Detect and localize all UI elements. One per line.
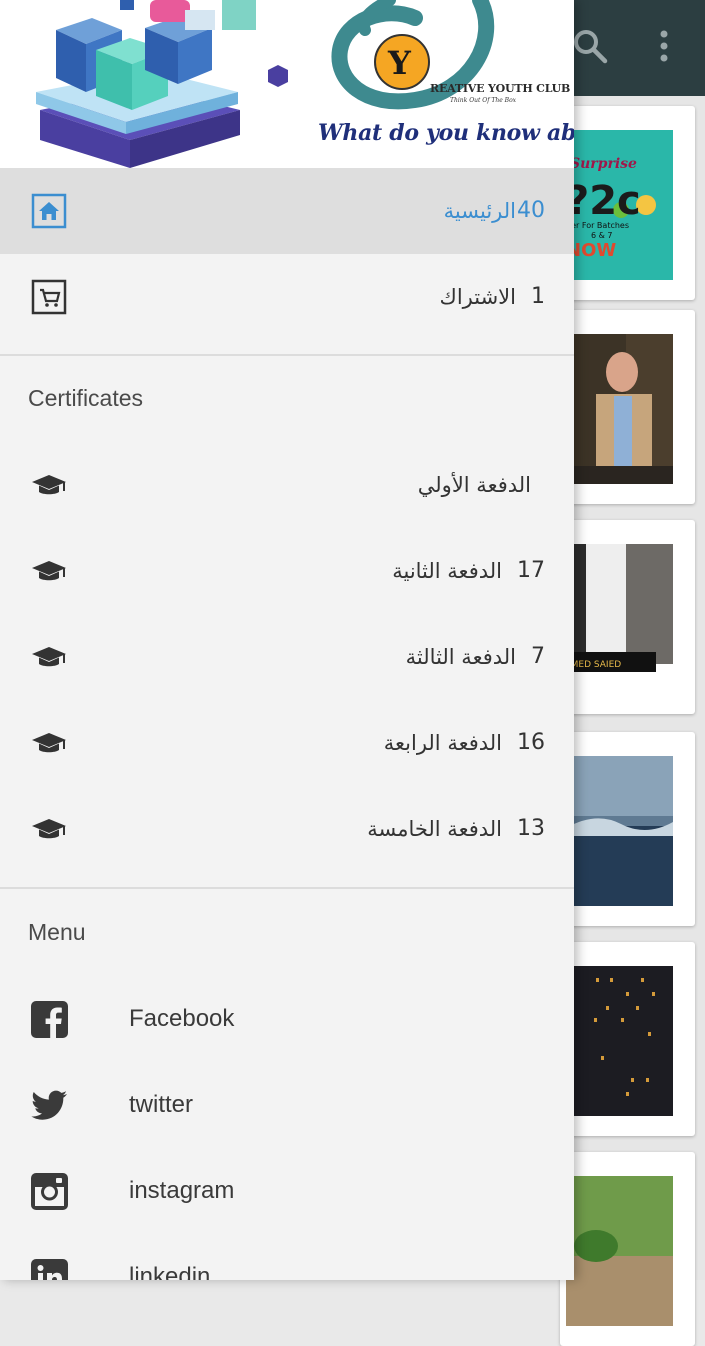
svg-text:?2c: ?2c <box>566 178 641 224</box>
menu-item-label: instagram <box>129 1177 235 1204</box>
certificate-label: الدفعة الخامسة <box>367 817 502 841</box>
svg-text:Surprise: Surprise <box>570 156 637 172</box>
menu-item-label: twitter <box>129 1091 194 1118</box>
certificate-batch-3[interactable]: الدفعة الثالثة 7 <box>0 614 574 700</box>
certificate-label: الدفعة الأولي <box>417 473 531 497</box>
certificate-batch-2[interactable]: الدفعة الثانية 17 <box>0 528 574 614</box>
post-thumbnail <box>566 966 673 1116</box>
post-thumbnail: Surprise ?2c ter For Batches 6 & 7 NOW <box>566 130 673 280</box>
graduation-cap-icon <box>32 647 66 667</box>
divider <box>0 354 574 356</box>
certificates-section-title: Certificates <box>28 385 144 411</box>
cart-icon <box>31 279 67 315</box>
menu-item-label: Facebook <box>129 1005 235 1032</box>
navigation-drawer: Y REATIVE YOUTH CLUB Think Out Of The Bo… <box>0 0 574 1280</box>
certificate-batch-5[interactable]: الدفعة الخامسة 13 <box>0 786 574 872</box>
graduation-cap-icon <box>32 475 66 495</box>
graduation-cap-icon <box>32 561 66 581</box>
nav-item-count: 1 <box>531 284 545 309</box>
certificate-count: 13 <box>517 816 545 841</box>
certificate-count: 16 <box>517 730 545 755</box>
club-slogan: Think Out Of The Box <box>450 97 517 104</box>
certificate-count: 7 <box>531 644 545 669</box>
post-thumbnail <box>566 756 673 906</box>
post-thumbnail <box>566 1176 673 1326</box>
nav-item-count: 40 <box>517 198 545 223</box>
menu-item-linkedin[interactable]: linkedin <box>0 1234 574 1280</box>
header-illustration <box>36 0 288 168</box>
facebook-icon <box>31 1001 68 1038</box>
post-card[interactable] <box>560 310 695 504</box>
certificate-batch-1[interactable]: الدفعة الأولي <box>0 442 574 528</box>
post-card[interactable] <box>560 1152 695 1346</box>
nav-item-subscription[interactable]: الاشتراك 1 <box>0 254 574 340</box>
club-name: REATIVE YOUTH CLUB <box>430 82 571 95</box>
post-card[interactable]: Surprise ?2c ter For Batches 6 & 7 NOW <box>560 106 695 300</box>
home-icon <box>31 193 67 229</box>
certificate-count: 17 <box>517 558 545 583</box>
drawer-header: Y REATIVE YOUTH CLUB Think Out Of The Bo… <box>0 0 574 168</box>
post-card[interactable]: IMED SAIED <box>560 520 695 714</box>
certificate-batch-4[interactable]: الدفعة الرابعة 16 <box>0 700 574 786</box>
svg-text:IMED SAIED: IMED SAIED <box>568 660 621 670</box>
certificate-label: الدفعة الرابعة <box>383 731 502 755</box>
graduation-cap-icon <box>32 819 66 839</box>
nav-item-label: الرئيسية <box>443 199 516 223</box>
post-thumbnail <box>566 334 673 484</box>
nav-item-label: الاشتراك <box>439 285 516 309</box>
svg-text:ter For Batches: ter For Batches <box>568 221 629 230</box>
certificate-label: الدفعة الثانية <box>392 559 502 583</box>
certificate-label: الدفعة الثالثة <box>405 645 516 669</box>
twitter-icon <box>31 1090 67 1120</box>
svg-text:Y: Y <box>387 44 412 82</box>
post-card[interactable] <box>560 732 695 926</box>
nav-item-home[interactable]: الرئيسية 40 <box>0 168 574 254</box>
svg-text:6 & 7: 6 & 7 <box>591 231 613 240</box>
menu-item-twitter[interactable]: twitter <box>0 1062 574 1148</box>
search-icon[interactable] <box>572 28 608 64</box>
post-thumbnail: IMED SAIED <box>566 544 673 694</box>
more-vert-icon[interactable] <box>650 28 678 64</box>
menu-item-instagram[interactable]: instagram <box>0 1148 574 1234</box>
instagram-icon <box>31 1173 68 1210</box>
linkedin-icon <box>31 1259 68 1280</box>
header-tagline: What do you know about cyc? <box>318 120 574 146</box>
divider <box>0 887 574 889</box>
menu-item-facebook[interactable]: Facebook <box>0 976 574 1062</box>
menu-item-label: linkedin <box>129 1263 211 1280</box>
graduation-cap-icon <box>32 733 66 753</box>
menu-section-title: Menu <box>28 919 86 945</box>
post-card[interactable] <box>560 942 695 1136</box>
